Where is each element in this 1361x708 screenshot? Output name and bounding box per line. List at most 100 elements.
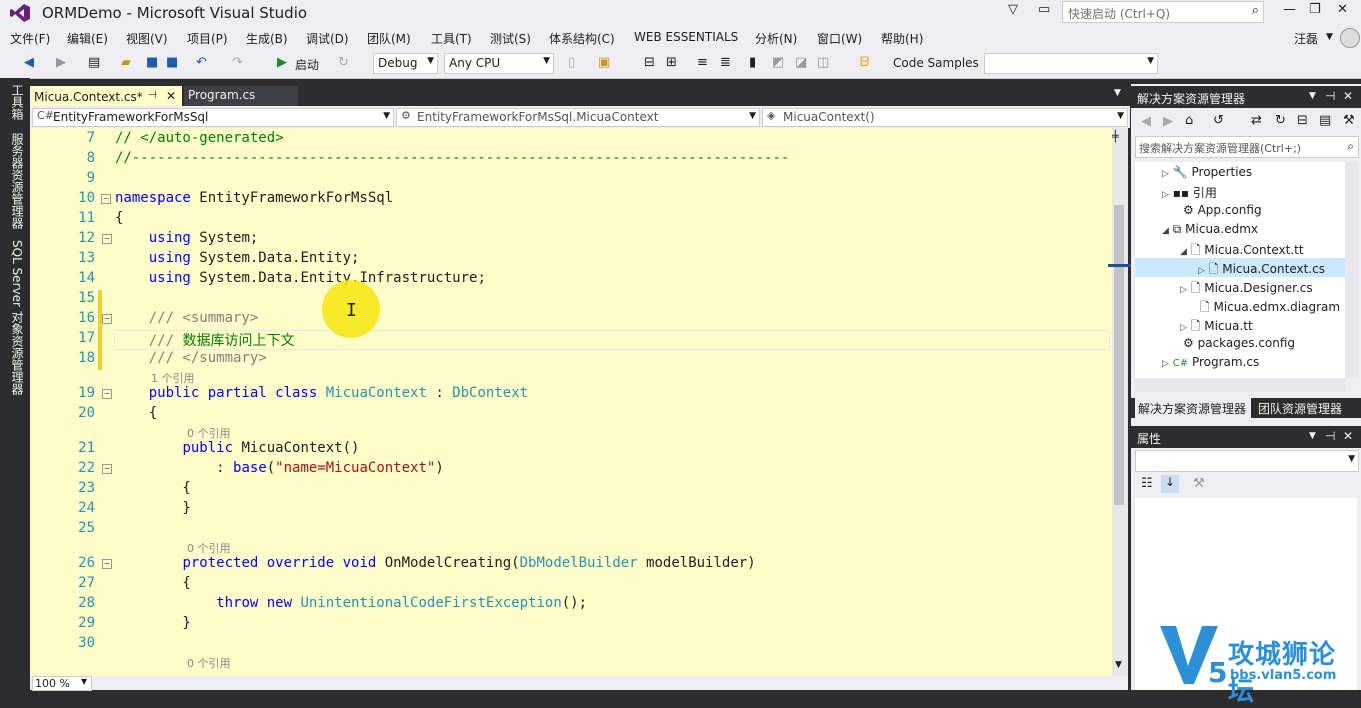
close-icon[interactable]: ✕ [1343,89,1353,103]
menu-project[interactable]: 项目(P) [187,30,228,47]
scroll-thumb[interactable] [1114,205,1124,505]
tab-overflow-icon[interactable]: ▼ [1114,88,1121,98]
show-all-files-icon[interactable]: ▤ [1319,113,1331,128]
menu-build[interactable]: 生成(B) [246,30,288,47]
forward-icon[interactable]: ▶ [1163,114,1173,129]
undo-icon[interactable]: ↶ [196,55,207,70]
save-all-icon[interactable]: ■ [166,55,178,70]
tree-item-program-cs[interactable]: ▷ C# Program.cs [1162,355,1259,369]
panel-menu-icon[interactable]: ▼ [1309,431,1316,441]
refresh-icon[interactable]: ↻ [1275,113,1286,128]
tab-team-explorer[interactable]: 团队资源管理器 [1254,398,1354,418]
sync-icon[interactable]: ⇄ [1251,113,1262,128]
save-icon[interactable]: ■ [146,55,158,70]
tree-vertical-scrollbar[interactable] [1345,162,1359,378]
tree-item-references[interactable]: ▷ ▪▪ 引用 [1162,184,1217,201]
tree-item-micua-context-cs[interactable]: ▷ 🗋 Micua.Context.cs [1198,260,1325,281]
menu-debug[interactable]: 调试(D) [306,30,349,47]
tab-program[interactable]: Program.cs [184,86,298,106]
history-icon[interactable]: ↺ [1213,113,1224,128]
codelens-reference[interactable]: 0 个引用 [187,540,231,556]
pin-icon[interactable]: ⊣ [148,90,157,101]
properties-icon[interactable]: ⚒ [1343,113,1355,128]
uncomment-icon[interactable]: ⊞ [666,55,677,70]
code-samples-input[interactable]: ▼ [984,53,1158,74]
close-button[interactable]: ✕ [1337,2,1348,17]
tree-horizontal-scrollbar[interactable] [1135,378,1345,392]
tree-item-micua-designer[interactable]: ▷ 🗋 Micua.Designer.cs [1180,279,1313,300]
minimize-button[interactable]: — [1283,2,1296,17]
back-icon[interactable]: ◀ [1141,114,1151,129]
menu-analyze[interactable]: 分析(N) [755,30,797,47]
avatar[interactable] [1340,28,1360,48]
project-select[interactable]: C# EntityFrameworkForMsSql ▼ [32,108,394,127]
tree-item-properties[interactable]: ▷ 🔧 Properties [1162,165,1252,179]
type-select[interactable]: ⚙ EntityFrameworkForMsSql.MicuaContext ▼ [396,108,760,127]
tree-item-app-config[interactable]: ⚙ App.config [1183,203,1262,217]
config-select[interactable]: Debug ▼ [373,53,438,74]
menu-tools[interactable]: 工具(T) [431,30,472,47]
forward-icon[interactable]: ▶ [56,55,66,70]
open-file-icon[interactable]: ▰ [121,55,131,70]
member-select[interactable]: ◈ MicuaContext() ▼ [762,108,1128,127]
collapse-all-icon[interactable]: ⊟ [1297,113,1308,128]
panel-menu-icon[interactable]: ▼ [1309,91,1316,101]
fold-toggle[interactable]: − [102,234,112,244]
bookmark-icon[interactable]: ▮ [749,55,756,70]
tree-item-micua-context-tt[interactable]: ◢ 🗋 Micua.Context.tt [1180,241,1304,262]
back-icon[interactable]: ◀ [24,55,34,70]
property-pages-icon[interactable]: ⚒ [1193,476,1205,491]
toolbox-tab[interactable]: 工具箱 [9,84,26,120]
sql-server-explorer-tab[interactable]: SQL Server 对象资源管理器 [9,240,26,395]
fold-toggle[interactable]: − [102,464,112,474]
zoom-select[interactable]: 100 % ▼ [32,676,92,691]
properties-object-select[interactable]: ▼ [1135,450,1359,472]
codelens-reference[interactable]: 1 个引用 [151,370,195,386]
tree-item-micua-diagram[interactable]: 🗋 Micua.edmx.diagram [1200,298,1345,319]
menu-web-essentials[interactable]: WEB ESSENTIALS [634,30,738,44]
codelens-reference[interactable]: 0 个引用 [187,655,231,671]
tab-micua-context[interactable]: Micua.Context.cs* ⊣ ✕ [30,86,182,108]
split-icon[interactable]: ╪ [1112,130,1119,143]
close-icon[interactable]: ✕ [1343,429,1353,443]
fold-toggle[interactable]: − [102,389,112,399]
start-button[interactable]: 启动 [295,56,319,73]
menu-view[interactable]: 视图(V) [126,30,168,47]
tree-item-micua-tt[interactable]: ▷ 🗋 Micua.tt [1180,317,1253,338]
user-name[interactable]: 汪磊 [1294,30,1318,47]
feedback-icon[interactable]: ▭ [1038,2,1050,17]
menu-file[interactable]: 文件(F) [10,30,50,47]
attach-icon[interactable]: ↻ [338,55,349,70]
tab-solution-explorer[interactable]: 解决方案资源管理器 [1135,398,1251,418]
menu-edit[interactable]: 编辑(E) [67,30,108,47]
pin-icon[interactable]: ⊣ [1325,429,1335,443]
menu-architecture[interactable]: 体系结构(C) [549,30,615,47]
outdent-icon[interactable]: ≣ [720,55,731,70]
start-icon[interactable]: ▶ [277,55,287,70]
code-editor[interactable]: 7 8 9 10 11 12 13 14 15 16 17 18 19 20 2… [30,128,1112,676]
fold-toggle[interactable]: − [102,314,112,324]
platform-select[interactable]: Any CPU ▼ [444,53,554,74]
menu-window[interactable]: 窗口(W) [817,30,862,47]
pin-icon[interactable]: ⊣ [1325,89,1335,103]
bing-icon[interactable]: ᗷ [860,55,869,70]
menu-team[interactable]: 团队(M) [367,30,411,47]
categorized-icon[interactable]: ☷ [1141,476,1153,491]
indent-icon[interactable]: ≡ [697,55,708,70]
fold-toggle[interactable]: − [101,194,111,204]
next-bookmark-icon[interactable]: ◪ [795,55,807,70]
device-icon[interactable]: ▯ [568,55,575,70]
codelens-reference[interactable]: 0 个引用 [187,425,231,441]
tree-item-packages-config[interactable]: ⚙ packages.config [1183,336,1295,350]
close-tab-icon[interactable]: ✕ [166,89,176,103]
find-icon[interactable]: ▣ [598,55,610,70]
fold-toggle[interactable]: − [102,559,112,569]
home-icon[interactable]: ⌂ [1185,113,1193,128]
prev-bookmark-icon[interactable]: ◩ [772,55,784,70]
alphabetical-icon[interactable]: ↓ [1161,475,1179,493]
filter-icon[interactable]: ▽ [1008,2,1018,17]
tree-item-micua-edmx[interactable]: ◢ ⧉ Micua.edmx [1162,222,1258,237]
menu-help[interactable]: 帮助(H) [881,30,923,47]
clear-bookmark-icon[interactable]: ◫ [817,55,829,70]
scroll-down-icon[interactable]: ▼ [1115,660,1122,670]
